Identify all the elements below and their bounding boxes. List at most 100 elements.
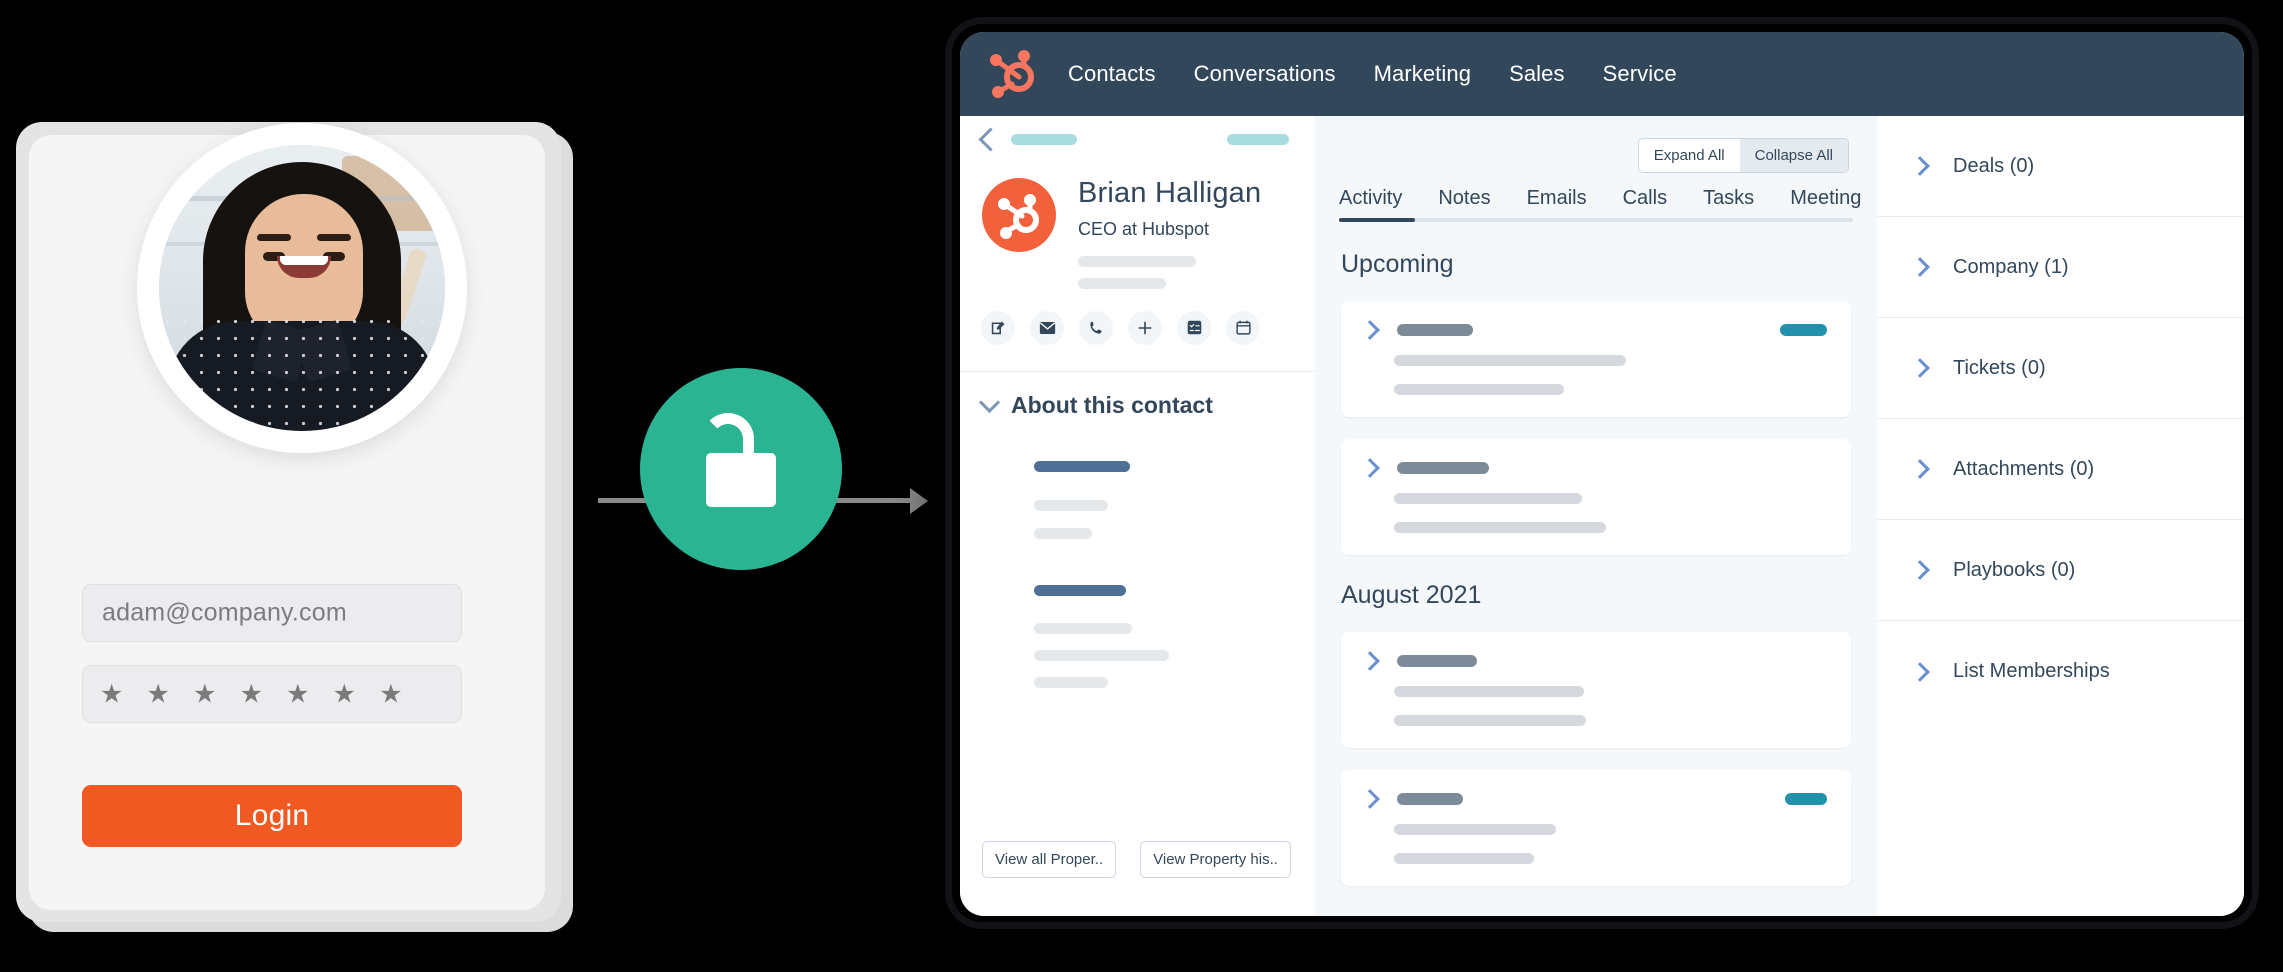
- sidebar-item-label: Tickets (0): [1953, 356, 2046, 379]
- property-value-2c: [1034, 676, 1108, 688]
- sidebar-item-label: Attachments (0): [1953, 457, 2095, 480]
- login-card: adam@company.com ★ ★ ★ ★ ★ ★ ★ Login: [29, 123, 545, 910]
- actions-skeleton: [1227, 133, 1289, 145]
- expand-all-button[interactable]: Expand All: [1638, 139, 1740, 172]
- chevron-right-icon[interactable]: [1910, 459, 1930, 479]
- chevron-right-icon[interactable]: [1910, 257, 1930, 277]
- expand-collapse-segmented: Expand All Collapse All: [1637, 138, 1849, 173]
- activity-card-badge: [1780, 324, 1827, 336]
- crm-window: Contacts Conversations Marketing Sales S…: [960, 32, 2244, 916]
- unlock-icon: [640, 368, 842, 570]
- section-title-upcoming: Upcoming: [1341, 250, 1454, 278]
- tab-emails[interactable]: Emails: [1527, 187, 1587, 222]
- activity-card[interactable]: [1341, 632, 1851, 748]
- sidebar-item-label: Playbooks (0): [1953, 558, 2076, 581]
- expand-collapse-toolbar: Expand All Collapse All: [1315, 116, 1877, 173]
- about-properties-skeleton: [960, 419, 1315, 688]
- crm-body: Brian Halligan CEO at Hubspot About this…: [960, 116, 2244, 916]
- chevron-right-icon[interactable]: [1360, 789, 1380, 809]
- activity-center-panel: Expand All Collapse All Activity Notes E…: [1315, 116, 1877, 916]
- activity-card-line-1: [1394, 355, 1626, 366]
- activity-card-title-skeleton: [1397, 462, 1489, 474]
- note-icon[interactable]: [981, 310, 1015, 345]
- activity-card[interactable]: [1341, 301, 1851, 417]
- sidebar-item-playbooks[interactable]: Playbooks (0): [1877, 520, 2244, 621]
- login-button[interactable]: Login: [82, 785, 462, 847]
- sidebar-item-deals[interactable]: Deals (0): [1877, 116, 2244, 217]
- tab-tasks[interactable]: Tasks: [1703, 187, 1754, 222]
- activity-card[interactable]: [1341, 439, 1851, 555]
- hubspot-logo-icon[interactable]: [986, 46, 1042, 102]
- view-all-properties-button[interactable]: View all Proper..: [982, 841, 1117, 878]
- property-group-label-1: [1034, 460, 1130, 472]
- meeting-icon[interactable]: [1226, 310, 1260, 345]
- nav-link-conversations[interactable]: Conversations: [1194, 61, 1336, 87]
- chevron-right-icon[interactable]: [1360, 320, 1380, 340]
- screenshot-root: adam@company.com ★ ★ ★ ★ ★ ★ ★ Login Con…: [0, 0, 2283, 972]
- nav-link-contacts[interactable]: Contacts: [1068, 61, 1156, 87]
- activity-card-header: [1360, 789, 1827, 809]
- plus-icon[interactable]: [1128, 310, 1162, 345]
- tab-calls[interactable]: Calls: [1623, 187, 1667, 222]
- chevron-right-icon[interactable]: [1910, 560, 1930, 580]
- chevron-right-icon[interactable]: [1360, 458, 1380, 478]
- email-field[interactable]: adam@company.com: [82, 584, 462, 642]
- view-property-history-button[interactable]: View Property his..: [1140, 841, 1291, 878]
- contact-action-icons: [960, 289, 1315, 345]
- activity-card-line-2: [1394, 853, 1534, 864]
- call-icon[interactable]: [1079, 310, 1113, 345]
- about-this-contact-header[interactable]: About this contact: [960, 372, 1315, 419]
- tabs-underline: [1339, 218, 1853, 222]
- activity-card-title-skeleton: [1397, 324, 1473, 336]
- nav-link-marketing[interactable]: Marketing: [1374, 61, 1472, 87]
- avatar: [137, 123, 467, 453]
- contact-name: Brian Halligan: [1078, 177, 1262, 209]
- sidebar-item-label: Deals (0): [1953, 154, 2035, 177]
- arrow-head-icon: [910, 488, 928, 514]
- activity-card-line-1: [1394, 824, 1556, 835]
- activity-card-title-skeleton: [1397, 655, 1477, 667]
- login-card-scene: adam@company.com ★ ★ ★ ★ ★ ★ ★ Login: [0, 0, 600, 972]
- activity-tabs: Activity Notes Emails Calls Tasks Meetin…: [1315, 173, 1877, 222]
- nav-link-service[interactable]: Service: [1603, 61, 1677, 87]
- activity-card-line-2: [1394, 384, 1564, 395]
- password-field[interactable]: ★ ★ ★ ★ ★ ★ ★: [82, 665, 462, 723]
- nav-link-sales[interactable]: Sales: [1509, 61, 1565, 87]
- contact-role: CEO at Hubspot: [1078, 218, 1210, 239]
- email-icon[interactable]: [1030, 310, 1064, 345]
- left-panel-topbar: [960, 116, 1315, 162]
- activity-card-header: [1360, 458, 1827, 478]
- about-this-contact-title: About this contact: [1011, 391, 1213, 418]
- password-field-mask: ★ ★ ★ ★ ★ ★ ★: [100, 678, 411, 709]
- task-icon[interactable]: [1177, 310, 1211, 345]
- property-value-2a: [1034, 622, 1132, 634]
- collapse-all-button[interactable]: Collapse All: [1739, 139, 1848, 172]
- photo-brow-right: [317, 233, 351, 241]
- activity-card[interactable]: [1341, 770, 1851, 886]
- sidebar-item-tickets[interactable]: Tickets (0): [1877, 318, 2244, 419]
- chevron-down-icon[interactable]: [978, 392, 1001, 414]
- section-title-august-2021: August 2021: [1341, 581, 1482, 609]
- sidebar-item-company[interactable]: Company (1): [1877, 217, 2244, 318]
- lock-shackle: [702, 413, 754, 461]
- chevron-left-icon[interactable]: [978, 126, 1003, 152]
- chevron-right-icon[interactable]: [1360, 651, 1380, 671]
- activity-card-header: [1360, 320, 1827, 340]
- sidebar-item-list-memberships[interactable]: List Memberships: [1877, 621, 2244, 722]
- sidebar-item-label: Company (1): [1953, 255, 2069, 278]
- tab-activity[interactable]: Activity: [1339, 187, 1402, 222]
- activity-card-header: [1360, 651, 1827, 671]
- tab-meeting[interactable]: Meeting: [1790, 187, 1861, 222]
- contact-detail-skeleton-1: [1078, 255, 1196, 267]
- chevron-right-icon[interactable]: [1910, 156, 1930, 176]
- sidebar-item-attachments[interactable]: Attachments (0): [1877, 419, 2244, 520]
- property-value-1a: [1034, 499, 1108, 511]
- activity-card-line-2: [1394, 522, 1606, 533]
- tab-notes[interactable]: Notes: [1438, 187, 1490, 222]
- associations-right-panel: Deals (0) Company (1) Tickets (0) Attach…: [1877, 116, 2244, 916]
- photo-brow-left: [257, 233, 291, 241]
- photo-teeth: [280, 255, 328, 265]
- crm-nav-links: Contacts Conversations Marketing Sales S…: [1068, 61, 1677, 87]
- chevron-right-icon[interactable]: [1910, 358, 1930, 378]
- chevron-right-icon[interactable]: [1910, 661, 1930, 682]
